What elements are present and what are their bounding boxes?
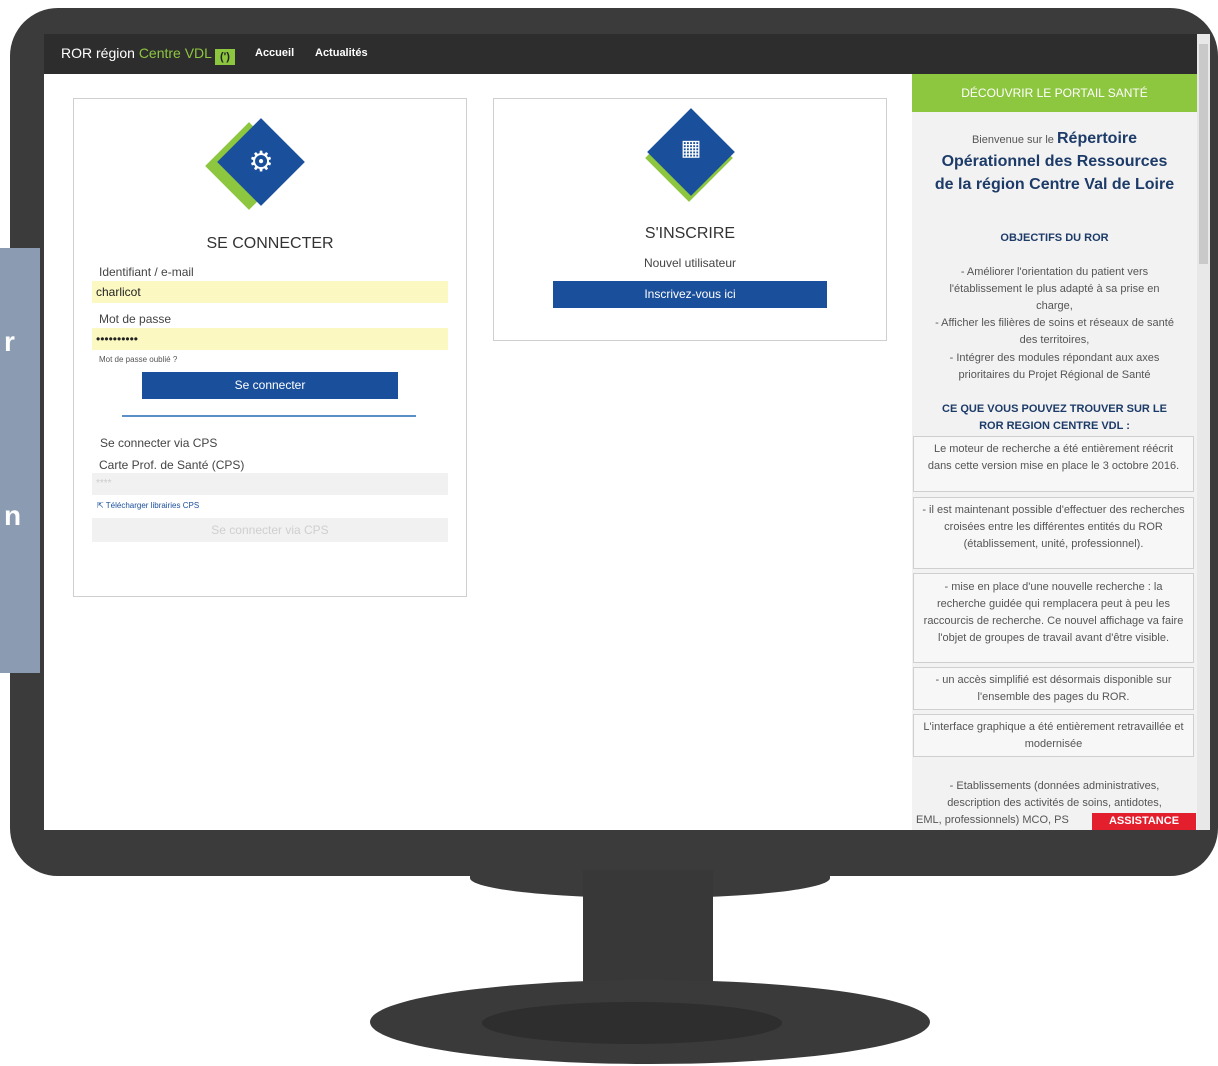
- objective-line: prioritaires du Projet Régional de Santé: [958, 369, 1151, 381]
- welcome-small: Bienvenue sur le: [971, 134, 1054, 146]
- info-panel: DÉCOUVRIR LE PORTAIL SANTÉ Bienvenue sur…: [912, 74, 1197, 830]
- welcome-big-3: de la région Centre Val de Loire: [934, 176, 1175, 193]
- side-letter-2: n: [4, 500, 22, 531]
- login-title: SE CONNECTER: [206, 235, 334, 252]
- forgot-password-link[interactable]: Mot de passe oublié ?: [99, 355, 177, 364]
- screen: ROR région Centre VDL (') Accueil Actuali…: [44, 34, 1210, 830]
- objective-line: - Améliorer l'orientation du patient ver…: [960, 266, 1149, 278]
- cps-heading: Se connecter via CPS: [100, 436, 218, 450]
- login-card: ⚙ SE CONNECTER Identifiant / e-mail Mot …: [73, 98, 467, 597]
- brand[interactable]: ROR région Centre VDL ('): [61, 45, 235, 65]
- password-input[interactable]: [92, 328, 448, 350]
- side-panel: r n: [0, 248, 40, 673]
- objective-line: des territoires,: [1019, 334, 1090, 346]
- scroll-thumb[interactable]: [1199, 44, 1208, 264]
- welcome-line-1: Bienvenue sur le Répertoire: [912, 128, 1197, 151]
- login-button[interactable]: Se connecter: [142, 372, 398, 399]
- objective-line: l'établissement le plus adapté à sa pris…: [949, 283, 1160, 295]
- cps-download-link[interactable]: ⇱ Télécharger librairies CPS: [97, 501, 199, 510]
- assistance-button[interactable]: ASSISTANCE: [1092, 813, 1196, 830]
- password-label: Mot de passe: [99, 312, 172, 326]
- find-title-line-2: ROR REGION CENTRE VDL :: [979, 420, 1130, 432]
- gear-cursor-icon: ⚙: [248, 146, 274, 177]
- brand-accent: Centre VDL: [138, 45, 212, 61]
- cps-label: Carte Prof. de Santé (CPS): [99, 458, 245, 472]
- identifier-input[interactable]: [92, 281, 448, 303]
- register-button[interactable]: Inscrivez-vous ici: [553, 281, 827, 308]
- welcome-big-1: Répertoire: [1056, 130, 1138, 147]
- feature-box: - un accès simplifié est désormais dispo…: [913, 667, 1194, 710]
- feature-box: - mise en place d'une nouvelle recherche…: [913, 573, 1194, 663]
- nav-actualites[interactable]: Actualités: [315, 47, 368, 59]
- grid-icon: ▦: [680, 135, 702, 160]
- panel-header[interactable]: DÉCOUVRIR LE PORTAIL SANTÉ: [912, 74, 1197, 112]
- brand-prefix: ROR région: [61, 45, 135, 61]
- register-title: S'INSCRIRE: [644, 225, 736, 242]
- register-card: ▦ S'INSCRIRE Nouvel utilisateur Inscrive…: [493, 98, 887, 341]
- feature-box: L'interface graphique a été entièrement …: [913, 714, 1194, 757]
- brand-logo-icon: ('): [214, 49, 235, 65]
- feature-box: Le moteur de recherche a été entièrement…: [913, 436, 1194, 492]
- login-logo: ⚙: [205, 118, 306, 213]
- objective-line: - Intégrer des modules répondant aux axe…: [949, 352, 1160, 364]
- feature-box: - il est maintenant possible d'effectuer…: [913, 497, 1194, 569]
- side-letter-1: r: [4, 326, 15, 357]
- objectives-title: OBJECTIFS DU ROR: [1000, 232, 1109, 244]
- nav-accueil[interactable]: Accueil: [255, 47, 294, 59]
- cps-login-button[interactable]: Se connecter via CPS: [92, 518, 448, 542]
- scrollbar[interactable]: [1197, 34, 1210, 830]
- monitor-neck: [583, 870, 713, 998]
- objective-line: - Afficher les filières de soins et rése…: [935, 317, 1174, 329]
- register-subtitle: Nouvel utilisateur: [643, 256, 737, 270]
- welcome-big-2: Opérationnel des Ressources: [941, 153, 1168, 170]
- find-title-line-1: CE QUE VOUS POUVEZ TROUVER SUR LE: [942, 403, 1167, 415]
- external-link-icon: ⇱: [97, 501, 104, 510]
- bottom-line: description des activités de soins, anti…: [947, 797, 1162, 809]
- objective-line: charge,: [1036, 300, 1073, 312]
- register-logo: ▦: [644, 108, 736, 205]
- identifier-label: Identifiant / e-mail: [99, 265, 194, 279]
- divider-line: [122, 415, 416, 417]
- cps-download-label: Télécharger librairies CPS: [105, 501, 200, 510]
- top-navbar: ROR région Centre VDL (') Accueil Actuali…: [44, 34, 1210, 74]
- monitor-base-shadow: [482, 1002, 782, 1044]
- cps-input[interactable]: ****: [92, 473, 448, 495]
- bottom-line: - Etablissements (données administrative…: [949, 780, 1160, 792]
